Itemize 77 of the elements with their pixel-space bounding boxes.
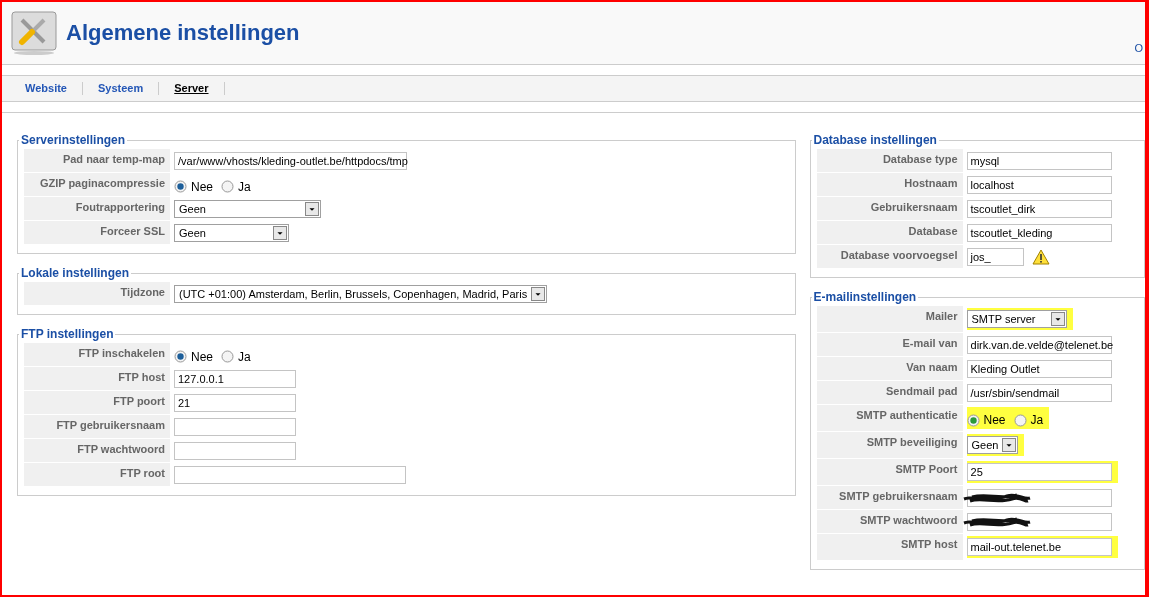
- text-field[interactable]: mail-out.telenet.be: [966, 538, 1112, 556]
- field-label: Tijdzone: [24, 282, 170, 305]
- field-label: SMTP wachtwoord: [816, 510, 963, 533]
- caret-icon: [1002, 438, 1017, 452]
- field-label: Database: [816, 221, 963, 244]
- field-label: Pad naar temp-map: [24, 149, 170, 172]
- field-label: FTP inschakelen: [24, 343, 170, 366]
- select-field[interactable]: (UTC +01:00) Amsterdam, Berlin, Brussels, Copenhagen, Madrid, Paris: [174, 284, 548, 303]
- section-title: E-mailinstellingen: [812, 290, 918, 304]
- radio-icon[interactable]: [221, 350, 234, 363]
- field-label: Gebruikersnaam: [816, 197, 963, 220]
- radio-option[interactable]: Nee: [174, 179, 213, 194]
- text-field[interactable]: jos_: [966, 247, 1024, 266]
- select-field[interactable]: Geen: [966, 436, 1019, 454]
- text-field[interactable]: [174, 441, 296, 460]
- select-field[interactable]: Geen: [174, 223, 289, 242]
- field-label: FTP host: [24, 367, 170, 390]
- field-label: Database type: [816, 149, 963, 172]
- field-label: SMTP beveiliging: [816, 432, 963, 458]
- section-title: Database instellingen: [812, 133, 938, 147]
- text-field[interactable]: 21: [174, 393, 296, 412]
- field-label: FTP root: [24, 463, 170, 486]
- select-field[interactable]: Geen: [174, 199, 321, 218]
- field-label: Mailer: [816, 306, 963, 332]
- text-field[interactable]: /usr/sbin/sendmail: [966, 383, 1112, 402]
- text-field[interactable]: tscoutlet_kleding: [966, 223, 1112, 242]
- caret-icon: [1050, 312, 1065, 326]
- field-label: E-mail van: [816, 333, 963, 356]
- tab[interactable]: Website: [10, 82, 83, 95]
- field-label: SMTP Poort: [816, 459, 963, 485]
- radio-option[interactable]: Ja: [221, 179, 251, 194]
- text-field[interactable]: [174, 465, 406, 484]
- text-field[interactable]: mysql: [966, 151, 1112, 170]
- field-label: Sendmail pad: [816, 381, 963, 404]
- radio-option[interactable]: Nee: [174, 349, 213, 364]
- section-title: Serverinstellingen: [20, 133, 127, 147]
- text-field[interactable]: [966, 512, 1112, 531]
- caret-icon: [273, 225, 287, 240]
- text-field[interactable]: Kleding Outlet: [966, 359, 1112, 378]
- text-field[interactable]: 127.0.0.1: [174, 369, 296, 388]
- tab[interactable]: Server: [159, 82, 225, 95]
- tools-icon: [10, 10, 58, 56]
- text-field[interactable]: [966, 488, 1112, 507]
- section-title: Lokale instellingen: [20, 266, 131, 280]
- field-label: Van naam: [816, 357, 963, 380]
- field-label: Database voorvoegsel: [816, 245, 963, 268]
- radio-icon[interactable]: [174, 350, 187, 363]
- text-field[interactable]: dirk.van.de.velde@telenet.be: [966, 335, 1112, 354]
- radio-option[interactable]: Ja: [1013, 413, 1044, 427]
- toolbar-link[interactable]: O: [1134, 42, 1143, 54]
- radio-icon[interactable]: [1013, 413, 1027, 427]
- field-label: SMTP host: [816, 534, 963, 560]
- select-field[interactable]: SMTP server: [966, 310, 1067, 328]
- radio-icon[interactable]: [174, 180, 187, 193]
- field-label: Hostnaam: [816, 173, 963, 196]
- caret-icon: [531, 286, 546, 301]
- radio-icon[interactable]: [221, 180, 234, 193]
- section-title: FTP instellingen: [20, 327, 115, 341]
- caret-icon: [305, 201, 319, 216]
- field-label: Forceer SSL: [24, 221, 170, 244]
- field-label: FTP wachtwoord: [24, 439, 170, 462]
- text-field[interactable]: [174, 417, 296, 436]
- text-field[interactable]: 25: [966, 463, 1112, 481]
- field-label: FTP gebruikersnaam: [24, 415, 170, 438]
- field-label: GZIP paginacompressie: [24, 173, 170, 196]
- page-title: Algemene instellingen: [66, 20, 300, 46]
- field-label: FTP poort: [24, 391, 170, 414]
- field-label: SMTP authenticatie: [816, 405, 963, 431]
- radio-icon[interactable]: [966, 413, 980, 427]
- text-field[interactable]: tscoutlet_dirk: [966, 199, 1112, 218]
- field-label: Foutrapportering: [24, 197, 170, 220]
- radio-option[interactable]: Ja: [221, 349, 251, 364]
- text-field[interactable]: localhost: [966, 175, 1112, 194]
- tab[interactable]: Systeem: [83, 82, 160, 95]
- radio-option[interactable]: Nee: [966, 413, 1006, 427]
- field-label: SMTP gebruikersnaam: [816, 486, 963, 509]
- text-field[interactable]: /var/www/vhosts/kleding-outlet.be/httpdocs/tmp: [174, 151, 407, 170]
